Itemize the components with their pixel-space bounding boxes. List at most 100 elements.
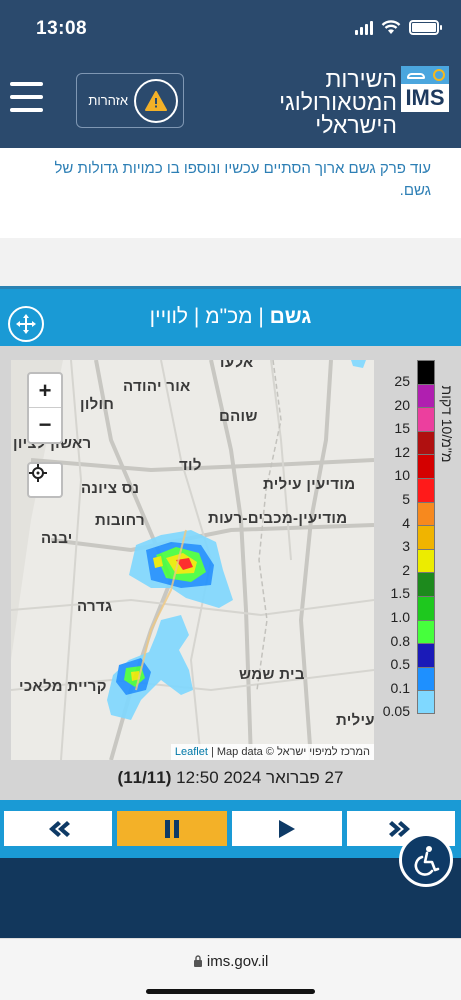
battery-icon [409, 20, 442, 35]
leaflet-link[interactable]: Leaflet [175, 746, 208, 758]
legend-swatch [417, 525, 435, 549]
legend-swatch [417, 643, 435, 667]
legend-tick-label: 0.5 [390, 656, 410, 673]
zoom-out-button[interactable]: − [29, 408, 61, 442]
play-button[interactable] [232, 811, 342, 846]
weather-message: עוד פרק גשם ארוך הסתיים עכשיו ונוספו בו … [0, 148, 461, 238]
locate-button[interactable] [27, 462, 63, 498]
map-layer-bar: גשם | מכ"מ | לוויין [0, 286, 461, 346]
city-label: אור יהודה [123, 378, 191, 395]
legend-tick-label: 2 [402, 561, 410, 578]
attribution-provider: המרכז למיפוי ישראל [276, 746, 370, 758]
tab-separator: | [252, 305, 270, 328]
city-label: שוהם [219, 408, 258, 425]
home-indicator [146, 989, 315, 994]
page-footer [0, 858, 461, 938]
layer-selector: גשם | מכ"מ | לוויין [0, 305, 461, 329]
url-display[interactable]: ims.gov.il [0, 953, 461, 970]
legend-swatch [417, 595, 435, 620]
logo-text: IMS [401, 84, 449, 112]
cellular-signal-icon [355, 20, 373, 35]
legend-unit: מ"מ/10 דקות [437, 366, 457, 486]
frame-timestamp: 27 פברואר 2024 12:50 (11/11) [0, 768, 461, 788]
legend-tick-label: 20 [394, 396, 410, 413]
legend-swatch [417, 360, 435, 384]
site-title-line: המטאורולוגי [279, 89, 397, 115]
legend-swatch [417, 430, 435, 455]
legend-swatch [417, 501, 435, 526]
status-bar: 13:08 [0, 0, 461, 58]
legend-tick-label: 4 [402, 514, 410, 531]
legend-tick-label: 5 [402, 491, 410, 507]
rain-map[interactable]: אלעד אור יהודה חולון שוהם ראשון לציון לו… [11, 360, 374, 760]
animation-player [0, 800, 461, 858]
wifi-icon [381, 20, 401, 34]
warning-icon [134, 78, 178, 123]
rewind-button[interactable] [4, 811, 112, 846]
frame-date: 27 פברואר 2024 12:50 [176, 768, 344, 787]
legend-swatch [417, 619, 435, 644]
site-header: אזהרות השירות המטאורולוגי הישראלי IMS [0, 58, 461, 148]
zoom-control: + − [27, 372, 63, 444]
status-icons [355, 20, 442, 35]
legend-tick-label: 0.05 [382, 703, 410, 720]
warnings-label: אזהרות [88, 93, 128, 108]
city-label: קריית מלאכי [19, 678, 107, 695]
warnings-button[interactable]: אזהרות [76, 73, 184, 128]
tab-satellite[interactable]: לוויין [150, 305, 188, 328]
site-title-line: הישראלי [315, 112, 397, 138]
play-icon [279, 819, 295, 838]
city-label: רחובות [95, 512, 145, 529]
legend-tick-label: 3 [402, 538, 410, 555]
frame-counter: (11/11) [117, 768, 172, 787]
hamburger-menu-icon[interactable] [10, 82, 43, 112]
zoom-in-button[interactable]: + [29, 374, 61, 408]
city-label: מודיעין-מכבים-רעות [208, 510, 348, 527]
legend-swatch [417, 477, 435, 502]
city-label: לוד [179, 457, 202, 474]
legend-swatch [417, 383, 435, 408]
legend-swatch [417, 572, 435, 596]
rain-legend: 25 20 15 12 10 5 4 3 2 1.5 1.0 0.8 0.5 0.1 0.05 מ"מ/10… [378, 360, 461, 720]
site-title-line: השירות [325, 66, 398, 92]
city-label: נס ציונה [81, 480, 140, 497]
legend-swatch [417, 690, 435, 714]
crosshair-icon [29, 464, 47, 482]
accessibility-icon [414, 846, 440, 876]
status-time: 13:08 [36, 18, 88, 39]
legend-tick-label: 12 [394, 443, 410, 460]
map-attribution: Leaflet | Map data © המרכז למיפוי ישראל [170, 744, 374, 760]
rewind-icon [49, 820, 70, 837]
legend-swatch [417, 548, 435, 573]
city-label: מודיעין עילית [263, 476, 356, 493]
map-background [11, 360, 374, 760]
spacer [0, 238, 461, 286]
tab-radar[interactable]: מכ"מ [205, 305, 252, 328]
attribution-text: | Map data © [207, 746, 277, 758]
pause-icon [165, 819, 179, 838]
city-label: חולון [80, 396, 115, 413]
legend-tick-label: 0.1 [390, 679, 410, 696]
ims-logo[interactable]: IMS [401, 66, 449, 112]
legend-tick-label: 1.5 [390, 585, 410, 602]
legend-tick-label: 15 [394, 420, 410, 437]
legend-unit-label: מ"מ/10 דקות [439, 385, 455, 463]
tab-rain[interactable]: גשם [270, 305, 312, 328]
city-label: אלעד [216, 360, 254, 371]
legend-swatch [417, 454, 435, 478]
legend-swatches [417, 360, 435, 714]
legend-tick-label: 10 [394, 467, 410, 484]
browser-address-bar[interactable]: ims.gov.il [0, 938, 461, 1000]
city-label: יבנה [41, 530, 73, 547]
fast-forward-icon [389, 820, 410, 837]
city-label: ביתר עילית [336, 712, 374, 729]
map-panel: אלעד אור יהודה חולון שוהם ראשון לציון לו… [0, 346, 461, 800]
legend-tick-label: 25 [394, 373, 410, 389]
legend-tick-label: 0.8 [390, 632, 410, 649]
pause-button[interactable] [117, 811, 227, 846]
site-title[interactable]: השירות המטאורולוגי הישראלי [279, 68, 397, 137]
legend-swatch [417, 407, 435, 431]
accessibility-button[interactable] [399, 833, 453, 887]
city-label: גדרה [77, 598, 113, 615]
legend-tick-label: 1.0 [390, 609, 410, 625]
